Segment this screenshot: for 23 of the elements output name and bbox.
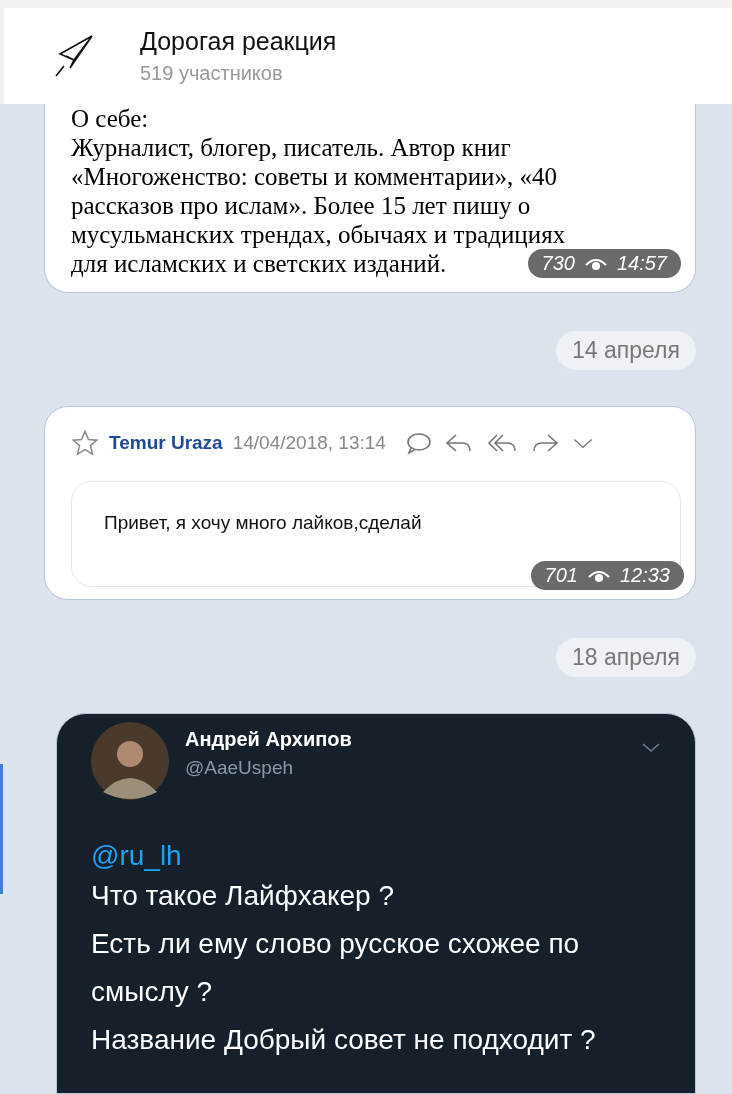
chat-title: Дорогая реакция [140, 27, 337, 56]
star-icon[interactable] [71, 429, 99, 457]
tweet-text: Название Добрый совет не подходит ? [91, 1023, 597, 1057]
date-badge: 18 апреля [556, 638, 696, 677]
member-count: 519 участников [140, 62, 284, 85]
eye-icon [587, 568, 610, 583]
chevron-down-icon[interactable] [641, 742, 661, 754]
reply-icon[interactable] [443, 431, 474, 455]
tweet-text: Есть ли ему слово русское схожее по смыслу ? [91, 927, 581, 1009]
date-badge: 14 апреля [556, 331, 696, 370]
views-time-badge: 701 12:33 [530, 561, 684, 590]
views-time-badge: 730 14:57 [527, 249, 681, 278]
message-text: для исламских и светских изданий. [71, 249, 447, 278]
eye-icon [584, 256, 607, 271]
author-handle: @AaeUspeh [185, 757, 295, 779]
message-date: 14/04/2018, 13:14 [232, 432, 386, 454]
message-text: Привет, я хочу много лайков,сделай [104, 512, 423, 534]
avatar-icon [91, 722, 169, 800]
tweet-text: Что такое Лайфхакер ? [91, 879, 396, 913]
author-name: Андрей Архипов [185, 728, 353, 751]
paper-plane-icon [54, 34, 94, 78]
sender-name: Temur Uraza [109, 432, 223, 454]
mention-link[interactable]: @ru_lh [91, 840, 661, 872]
